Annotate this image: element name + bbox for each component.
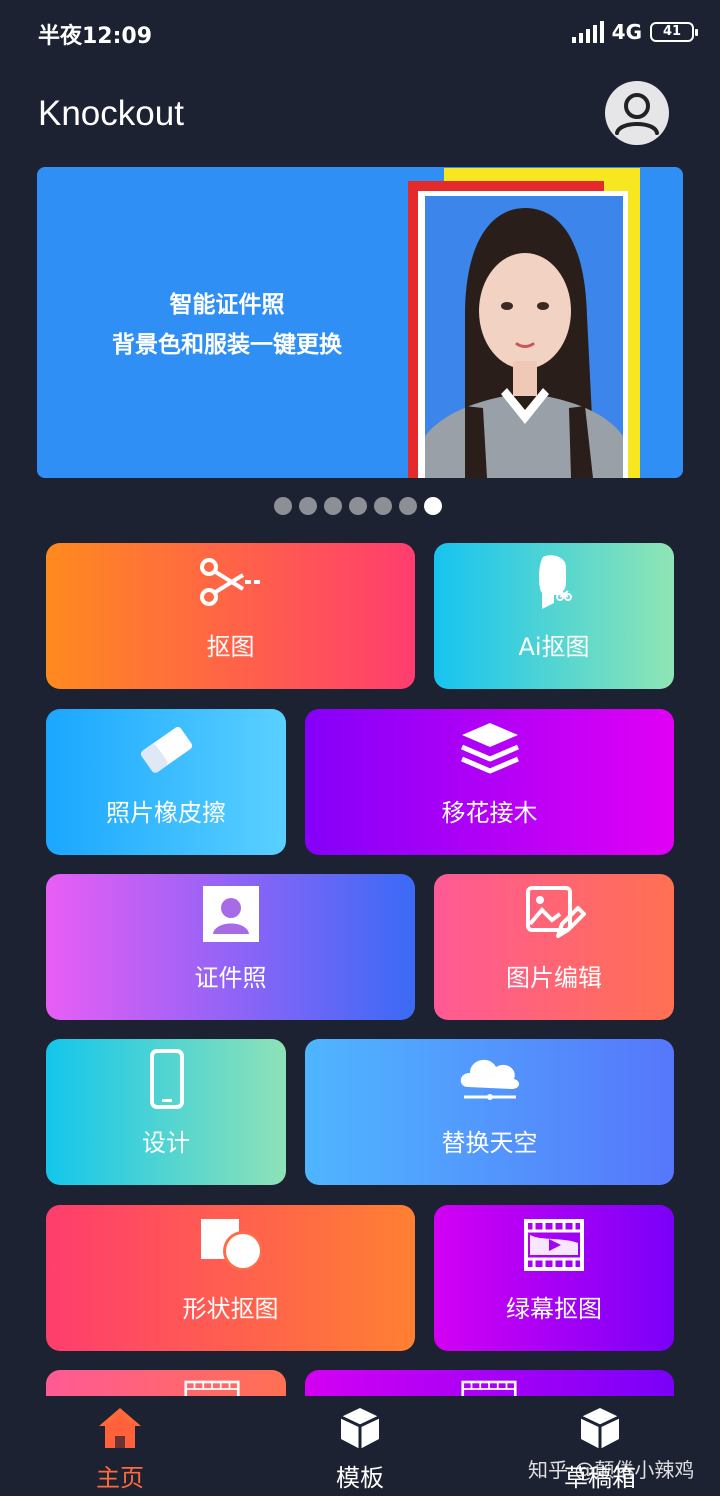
nav-templates[interactable]: 模板 — [300, 1404, 420, 1493]
pager-dot[interactable] — [374, 497, 392, 515]
pager-dot[interactable] — [349, 497, 367, 515]
tile-design[interactable]: 设计 — [46, 1039, 286, 1185]
portrait-illustration — [425, 208, 623, 478]
tile-ai-cutout[interactable]: Ai抠图 — [434, 543, 674, 689]
pager-dot-active[interactable] — [424, 497, 442, 515]
cloud-icon — [460, 1059, 519, 1100]
tile-graft[interactable]: 移花接木 — [305, 709, 674, 855]
nav-home-label: 主页 — [96, 1464, 144, 1492]
ai-cutout-icon — [539, 555, 572, 609]
status-time: 半夜12:09 — [38, 24, 153, 49]
tile-label: Ai抠图 — [518, 633, 590, 661]
cube-icon — [580, 1408, 620, 1449]
film-icon — [524, 1219, 584, 1271]
tile-image-edit[interactable]: 图片编辑 — [434, 874, 674, 1020]
pager-dot[interactable] — [299, 497, 317, 515]
phone-icon — [150, 1049, 184, 1109]
home-icon — [99, 1408, 141, 1448]
status-indicators: 4G 41 — [571, 20, 698, 44]
pager-dot[interactable] — [399, 497, 417, 515]
banner-line-1: 智能证件照 — [169, 292, 285, 318]
pager-dot[interactable] — [274, 497, 292, 515]
tile-id-photo[interactable]: 证件照 — [46, 874, 415, 1020]
layers-icon — [460, 723, 519, 774]
tile-label: 图片编辑 — [506, 964, 602, 992]
tile-label: 替换天空 — [441, 1129, 538, 1157]
promo-banner[interactable]: 智能证件照 背景色和服装一键更换 — [37, 167, 683, 478]
user-avatar-button[interactable] — [605, 81, 669, 145]
user-icon — [615, 93, 659, 135]
status-bar: 半夜12:09 4G 41 — [0, 0, 720, 66]
banner-text: 智能证件照 背景色和服装一键更换 — [77, 285, 377, 365]
tile-shape-cutout[interactable]: 形状抠图 — [46, 1205, 415, 1351]
banner-line-2: 背景色和服装一键更换 — [112, 332, 342, 358]
shape-icon — [200, 1219, 263, 1271]
app-title: Knockout — [38, 94, 184, 133]
battery-icon: 41 — [650, 22, 698, 42]
tile-label: 证件照 — [194, 964, 267, 992]
id-photo-image — [425, 196, 623, 478]
banner-pager[interactable] — [274, 497, 442, 515]
tile-label: 形状抠图 — [182, 1295, 279, 1323]
tile-label: 移花接木 — [441, 799, 538, 827]
cube-icon — [340, 1408, 380, 1449]
tile-label: 抠图 — [206, 633, 255, 661]
tile-photo-eraser[interactable]: 照片橡皮擦 — [46, 709, 286, 855]
network-type: 4G — [611, 20, 642, 44]
image-edit-icon — [526, 886, 586, 938]
eraser-icon — [141, 726, 193, 773]
tile-cutout[interactable]: 抠图 — [46, 543, 415, 689]
tile-label: 照片橡皮擦 — [106, 799, 226, 827]
id-photo-icon — [202, 886, 259, 942]
tile-replace-sky[interactable]: 替换天空 — [305, 1039, 674, 1185]
tile-label: 绿幕抠图 — [506, 1295, 602, 1323]
signal-icon — [571, 21, 604, 43]
scissors-icon — [199, 558, 260, 606]
nav-templates-label: 模板 — [336, 1464, 384, 1492]
tile-label: 设计 — [142, 1129, 190, 1157]
nav-home[interactable]: 主页 — [60, 1404, 180, 1493]
watermark-text: 知乎 @颠倦小辣鸡 — [528, 1458, 695, 1482]
pager-dot[interactable] — [324, 497, 342, 515]
tile-green-screen[interactable]: 绿幕抠图 — [434, 1205, 674, 1351]
